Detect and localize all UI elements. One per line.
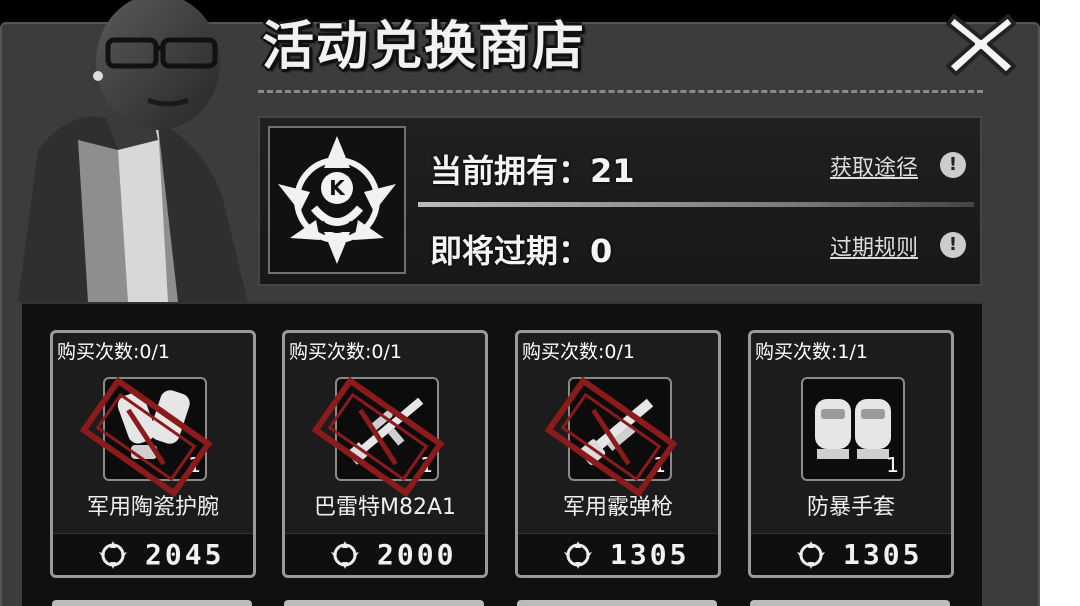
item-name: 巴雷特M82A1 — [313, 495, 457, 520]
shop-item-card-next[interactable] — [284, 600, 484, 606]
owned-count: 当前拥有：21 — [430, 152, 635, 190]
k-emblem-icon — [99, 541, 127, 569]
close-x-icon[interactable] — [942, 6, 1020, 80]
shop-item-card-next[interactable] — [517, 600, 717, 606]
item-price-bar: 1305 — [751, 533, 951, 575]
item-price: 1305 — [610, 538, 690, 571]
item-price: 2000 — [377, 538, 457, 571]
shop-item-card[interactable]: 购买次数:0/1 1 巴雷特M82A1 2000 — [282, 330, 488, 578]
k-emblem-icon — [797, 541, 825, 569]
item-price: 1305 — [843, 538, 923, 571]
item-slot: 1 — [103, 377, 207, 481]
item-price-bar: 2045 — [53, 533, 253, 575]
item-count: 1 — [886, 453, 899, 477]
currency-emblem-frame: K — [268, 126, 406, 274]
shop-item-card[interactable]: 购买次数:0/1 1 军用霰弹枪 1305 — [515, 330, 721, 578]
shop-item-card-next[interactable] — [52, 600, 252, 606]
item-price-bar: 1305 — [518, 533, 718, 575]
item-name: 军用陶瓷护腕 — [86, 495, 219, 520]
panel-edge — [1040, 0, 1080, 606]
expiry-info-icon[interactable]: ! — [940, 232, 966, 258]
item-count: 1 — [188, 453, 201, 477]
purchase-limit: 购买次数:1/1 — [755, 341, 868, 363]
obtain-info-icon[interactable]: ! — [940, 152, 966, 178]
obtain-methods-link[interactable]: 获取途径 — [830, 150, 918, 182]
purchase-limit: 购买次数:0/1 — [289, 341, 402, 363]
item-count: 1 — [420, 453, 433, 477]
item-price: 2045 — [145, 538, 225, 571]
row-separator — [418, 202, 974, 207]
title-divider — [258, 90, 983, 93]
item-name: 军用霰弹枪 — [562, 495, 673, 520]
shop-item-card[interactable]: 购买次数:0/1 1 军用陶瓷护腕 2045 — [50, 330, 256, 578]
k-emblem-icon — [564, 541, 592, 569]
expiring-count: 即将过期：0 — [430, 232, 613, 270]
k-emblem-icon — [331, 541, 359, 569]
item-count: 1 — [653, 453, 666, 477]
purchase-limit: 购买次数:0/1 — [522, 341, 635, 363]
shop-item-card[interactable]: 购买次数:1/1 1 防暴手套 1305 — [748, 330, 954, 578]
item-slot: 1 — [335, 377, 439, 481]
item-price-bar: 2000 — [285, 533, 485, 575]
shop-item-card-next[interactable] — [750, 600, 950, 606]
emblem-letter: K — [329, 176, 346, 200]
shop-title: 活动兑换商店 — [262, 17, 587, 77]
npc-portrait — [18, 0, 248, 302]
item-slot: 1 — [801, 377, 905, 481]
item-name: 防暴手套 — [806, 495, 895, 520]
expiry-rules-link[interactable]: 过期规则 — [830, 230, 918, 262]
k-emblem-icon: K — [278, 136, 396, 264]
item-slot: 1 — [568, 377, 672, 481]
purchase-limit: 购买次数:0/1 — [57, 341, 170, 363]
